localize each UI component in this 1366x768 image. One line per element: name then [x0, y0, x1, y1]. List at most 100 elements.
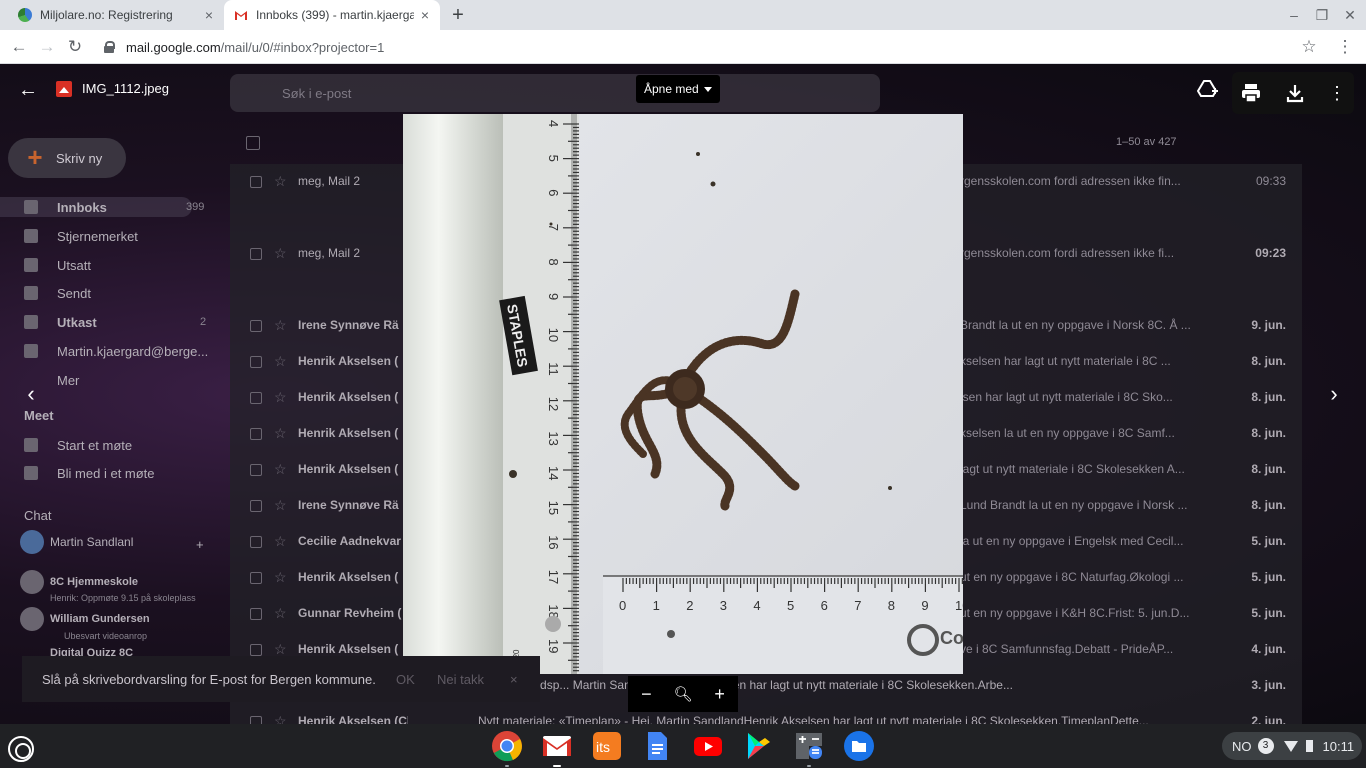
- sidebar-item-snoozed[interactable]: Utsatt: [24, 255, 91, 275]
- sidebar-item-label: Utsatt: [57, 257, 91, 273]
- tab-title: Miljolare.no: Registrering: [40, 8, 173, 22]
- join-meeting-item[interactable]: Bli med i et møte: [24, 463, 155, 483]
- back-arrow-icon[interactable]: ←: [10, 38, 28, 56]
- row-checkbox[interactable]: [250, 500, 262, 512]
- svg-text:4: 4: [753, 598, 760, 613]
- snackbar-close-icon[interactable]: ×: [510, 672, 518, 687]
- row-sender: Irene Synnøve Rä: [298, 498, 399, 512]
- sidebar-item-drafts[interactable]: Utkast 2: [24, 312, 206, 332]
- close-tab-icon[interactable]: ×: [202, 8, 216, 22]
- row-date: 8. jun.: [1251, 354, 1286, 368]
- chat-self[interactable]: Martin Sandlanl: [20, 530, 133, 554]
- compose-button[interactable]: + Skriv ny: [8, 138, 126, 178]
- row-snippet: Nytt materiale: «Timeplan» - Hei, Martin…: [478, 714, 1149, 724]
- row-sender: Cecilie Aadnekvar: [298, 534, 401, 548]
- snackbar-text: Slå på skrivebordvarsling for E-post for…: [42, 671, 376, 687]
- browser-tab-gmail[interactable]: Innboks (399) - martin.kjaergard ×: [224, 0, 440, 30]
- restore-icon[interactable]: ❐: [1314, 7, 1330, 23]
- play-store-icon[interactable]: [742, 730, 774, 762]
- row-checkbox[interactable]: [250, 392, 262, 404]
- browser-menu-icon[interactable]: ⋮: [1336, 38, 1354, 56]
- star-icon[interactable]: ☆: [274, 317, 287, 334]
- row-checkbox[interactable]: [250, 608, 262, 620]
- row-checkbox[interactable]: [250, 320, 262, 332]
- star-icon[interactable]: ☆: [274, 461, 287, 478]
- close-window-icon[interactable]: ✕: [1342, 7, 1358, 23]
- svg-text:7: 7: [854, 598, 861, 613]
- reload-icon[interactable]: ↻: [66, 38, 84, 56]
- close-viewer-back-icon[interactable]: ←: [18, 80, 38, 100]
- svg-text:8: 8: [888, 598, 895, 613]
- row-checkbox[interactable]: [250, 248, 262, 260]
- previous-image-chevron-icon[interactable]: ‹: [19, 382, 43, 406]
- youtube-icon[interactable]: [692, 730, 724, 762]
- sidebar-item-sent[interactable]: Sendt: [24, 283, 91, 303]
- row-checkbox[interactable]: [250, 644, 262, 656]
- star-icon[interactable]: ☆: [274, 389, 287, 406]
- calculator-icon[interactable]: [793, 730, 825, 767]
- row-date: 4. jun.: [1251, 642, 1286, 656]
- star-icon[interactable]: ☆: [274, 173, 287, 190]
- row-snippet: ut en ny oppgave i 8C Naturfag.Økologi .…: [960, 570, 1184, 584]
- files-icon[interactable]: [843, 730, 875, 762]
- row-checkbox[interactable]: [250, 464, 262, 476]
- add-to-drive-icon[interactable]: [1196, 78, 1219, 100]
- close-tab-icon[interactable]: ×: [418, 8, 432, 22]
- star-icon[interactable]: ☆: [274, 605, 287, 622]
- minimize-icon[interactable]: –: [1286, 7, 1302, 23]
- start-meeting-item[interactable]: Start et møte: [24, 435, 132, 455]
- row-checkbox[interactable]: [250, 536, 262, 548]
- row-checkbox[interactable]: [250, 176, 262, 188]
- url-path: /mail/u/0/#inbox?projector=1: [220, 39, 385, 55]
- select-all-checkbox[interactable]: [246, 136, 260, 150]
- star-icon[interactable]: ☆: [274, 533, 287, 550]
- svg-text:6: 6: [821, 598, 828, 613]
- star-icon[interactable]: ☆: [274, 569, 287, 586]
- add-chat-icon[interactable]: +: [196, 534, 204, 554]
- send-icon: [24, 286, 38, 300]
- browser-tab-miljolare[interactable]: Miljolare.no: Registrering ×: [8, 0, 224, 30]
- star-icon[interactable]: ☆: [274, 713, 287, 724]
- forward-arrow-icon[interactable]: →: [38, 38, 56, 56]
- row-sender: Henrik Akselsen (Cl: [298, 714, 408, 724]
- open-with-dropdown[interactable]: Åpne med: [636, 75, 720, 103]
- launcher-icon[interactable]: [8, 736, 34, 762]
- more-vertical-icon[interactable]: ⋮: [1326, 82, 1348, 104]
- snackbar-ok-button[interactable]: OK: [396, 672, 415, 687]
- download-icon[interactable]: [1284, 82, 1306, 104]
- star-icon[interactable]: ☆: [274, 245, 287, 262]
- zoom-out-icon[interactable]: −: [634, 684, 658, 705]
- star-icon[interactable]: ☆: [274, 353, 287, 370]
- star-icon[interactable]: ☆: [274, 425, 287, 442]
- star-icon[interactable]: ☆: [274, 497, 287, 514]
- row-checkbox[interactable]: [250, 716, 262, 724]
- avatar: [20, 570, 44, 594]
- row-checkbox[interactable]: [250, 572, 262, 584]
- url-field[interactable]: mail.google.com/mail/u/0/#inbox?projecto…: [104, 37, 384, 57]
- print-icon[interactable]: [1240, 82, 1262, 104]
- row-snippet: la ut en ny oppgave i Engelsk med Cecil.…: [960, 534, 1184, 548]
- zoom-reset-icon[interactable]: 🔍︎: [671, 685, 695, 703]
- status-tray[interactable]: NO 3 10:11: [1222, 732, 1362, 760]
- row-sender: Henrik Akselsen (: [298, 570, 399, 584]
- sidebar-item-starred[interactable]: Stjernemerket: [24, 226, 138, 246]
- docs-icon[interactable]: [641, 730, 673, 762]
- next-image-chevron-icon[interactable]: ›: [1322, 382, 1346, 406]
- sidebar-item-label-martin[interactable]: Martin.kjaergard@berge...: [24, 341, 208, 361]
- table-row[interactable]: ☆ Henrik Akselsen (Cl Nytt materiale: «Tim…: [230, 704, 1302, 724]
- chrome-icon[interactable]: [491, 730, 523, 767]
- gmail-icon[interactable]: [541, 730, 573, 767]
- new-tab-icon[interactable]: +: [448, 5, 468, 25]
- zoom-in-icon[interactable]: +: [708, 684, 732, 705]
- sidebar-item-inbox[interactable]: Innboks 399: [0, 197, 204, 217]
- row-checkbox[interactable]: [250, 428, 262, 440]
- row-checkbox[interactable]: [250, 356, 262, 368]
- row-sender: Henrik Akselsen (: [298, 462, 399, 476]
- its-icon[interactable]: its: [591, 730, 623, 762]
- svg-text:1: 1: [653, 598, 660, 613]
- snackbar-no-button[interactable]: Nei takk: [437, 672, 484, 687]
- row-snippet: rgensskolen.com fordi adressen ikke fi..…: [960, 246, 1175, 260]
- pagination-text: 1–50 av 427: [1116, 136, 1177, 148]
- bookmark-star-icon[interactable]: ☆: [1300, 38, 1318, 56]
- sidebar-item-label: Sendt: [57, 285, 91, 301]
